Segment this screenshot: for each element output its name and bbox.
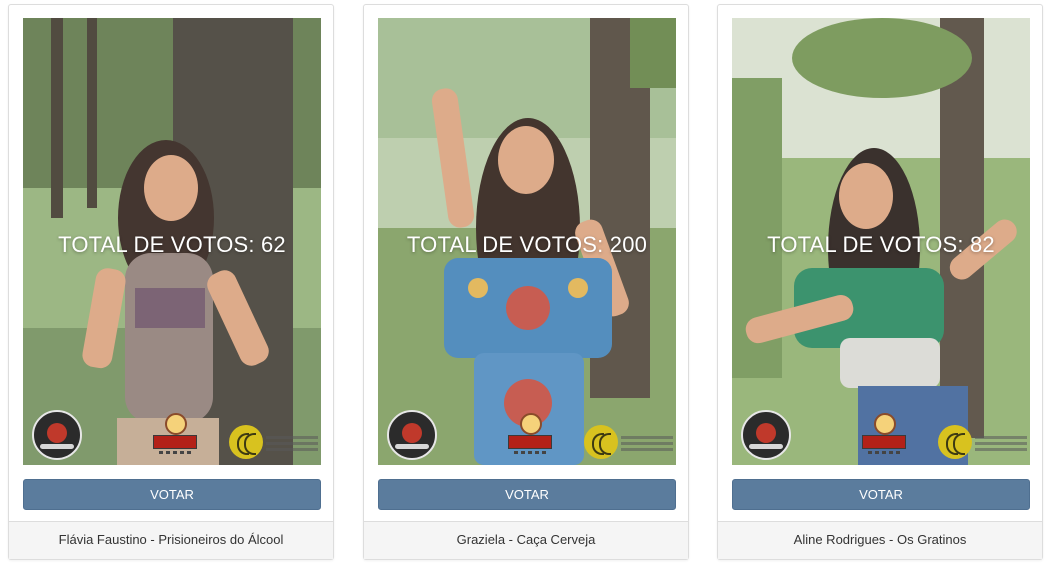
vote-button[interactable]: VOTAR xyxy=(378,479,676,510)
hawaii-logo-icon xyxy=(32,410,82,460)
sponsor-logo-icon xyxy=(938,425,972,459)
vote-button[interactable]: VOTAR xyxy=(732,479,1030,510)
candidate-caption: Graziela - Caça Cerveja xyxy=(364,521,688,559)
candidate-card: TOTAL DE VOTOS: 200 VOTAR Graziela - Caç… xyxy=(363,4,689,560)
sponsor-logo-icon xyxy=(229,425,263,459)
photographer-watermark xyxy=(621,436,673,456)
doctor-muscle-logo-icon xyxy=(153,413,197,459)
candidate-card: TOTAL DE VOTOS: 62 VOTAR Flávia Faustino… xyxy=(8,4,334,560)
vote-total: TOTAL DE VOTOS: 62 xyxy=(58,232,286,257)
candidate-photo: TOTAL DE VOTOS: 82 xyxy=(732,18,1030,465)
candidate-caption: Aline Rodrigues - Os Gratinos xyxy=(718,521,1042,559)
candidate-caption: Flávia Faustino - Prisioneiros do Álcool xyxy=(9,521,333,559)
candidate-photo: TOTAL DE VOTOS: 62 xyxy=(23,18,321,465)
doctor-muscle-logo-icon xyxy=(862,413,906,459)
vote-button[interactable]: VOTAR xyxy=(23,479,321,510)
photographer-watermark xyxy=(266,436,318,456)
sponsor-logo-icon xyxy=(584,425,618,459)
candidate-card: TOTAL DE VOTOS: 82 VOTAR Aline Rodrigues… xyxy=(717,4,1043,560)
hawaii-logo-icon xyxy=(741,410,791,460)
hawaii-logo-icon xyxy=(387,410,437,460)
vote-total: TOTAL DE VOTOS: 82 xyxy=(767,232,995,257)
candidate-photo: TOTAL DE VOTOS: 200 xyxy=(378,18,676,465)
candidate-grid: TOTAL DE VOTOS: 62 VOTAR Flávia Faustino… xyxy=(0,0,1053,564)
vote-total: TOTAL DE VOTOS: 200 xyxy=(406,232,648,257)
doctor-muscle-logo-icon xyxy=(508,413,552,459)
photographer-watermark xyxy=(975,436,1027,456)
